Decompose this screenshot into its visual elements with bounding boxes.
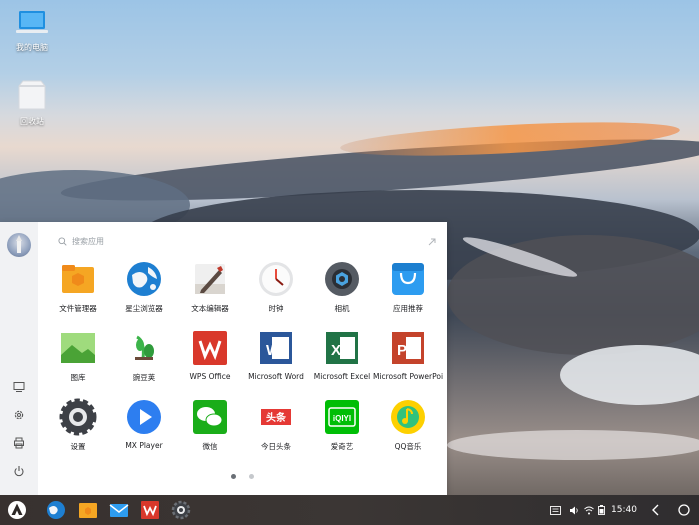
home-button[interactable] xyxy=(673,499,695,521)
app-microsoft-word[interactable]: W Microsoft Word xyxy=(243,329,309,381)
page-dot[interactable] xyxy=(249,474,254,479)
laptop-icon xyxy=(16,11,48,33)
app-camera[interactable]: 相机 xyxy=(309,260,375,314)
folder-icon xyxy=(79,503,97,518)
svg-text:P: P xyxy=(397,342,407,359)
search-icon xyxy=(58,236,67,246)
keyboard-icon[interactable] xyxy=(550,505,561,515)
gallery-icon xyxy=(59,329,97,367)
launcher-sidebar xyxy=(0,222,38,495)
app-wechat[interactable]: 微信 xyxy=(177,398,243,452)
word-icon: W xyxy=(257,329,295,367)
search-input[interactable]: 搜索应用 xyxy=(72,236,104,247)
clock-icon xyxy=(257,260,295,298)
back-button[interactable] xyxy=(645,499,667,521)
app-gallery[interactable]: 图库 xyxy=(45,329,111,383)
text-editor-icon xyxy=(191,260,229,298)
app-microsoft-excel[interactable]: X Microsoft Excel xyxy=(309,329,375,381)
app-store-icon xyxy=(389,260,427,298)
desktop-icon-recycle-bin[interactable]: 回收站 xyxy=(0,78,64,127)
taskbar-browser[interactable] xyxy=(45,499,67,521)
battery-icon[interactable] xyxy=(598,505,605,515)
home-circle-icon xyxy=(678,504,690,516)
camera-icon xyxy=(323,260,361,298)
power-button[interactable] xyxy=(10,462,28,480)
settings-icon xyxy=(171,500,191,520)
app-app-store[interactable]: 应用推荐 xyxy=(375,260,441,314)
power-icon xyxy=(14,466,24,477)
system-tray: 15:40 xyxy=(550,495,637,525)
app-iqiyi[interactable]: iQIYI 爱奇艺 xyxy=(309,398,375,452)
app-qq-music[interactable]: QQ音乐 xyxy=(375,398,441,452)
globe-icon xyxy=(125,260,163,298)
printer-icon xyxy=(14,437,24,449)
trash-bin-icon xyxy=(18,80,46,110)
desktop-icon-my-computer[interactable]: 我的电脑 xyxy=(0,8,64,53)
page-dot-active[interactable] xyxy=(231,474,236,479)
app-launcher-panel: 搜索应用 文件管理器 星尘浏览器 文本编辑器 时钟 相机 应用推荐 图库 豌豆荚… xyxy=(0,222,447,495)
app-search-bar[interactable]: 搜索应用 xyxy=(58,232,438,250)
app-settings[interactable]: 设置 xyxy=(45,398,111,452)
play-icon xyxy=(125,398,163,436)
settings-button[interactable] xyxy=(10,406,28,424)
app-file-manager[interactable]: 文件管理器 xyxy=(45,260,111,314)
svg-text:X: X xyxy=(331,342,341,359)
monitor-icon xyxy=(13,382,25,392)
taskbar-wps[interactable] xyxy=(139,499,161,521)
printer-button[interactable] xyxy=(10,434,28,452)
start-button[interactable] xyxy=(6,499,28,521)
expand-button[interactable] xyxy=(427,232,439,246)
wps-icon xyxy=(191,329,229,367)
app-wps-office[interactable]: WPS Office xyxy=(177,329,243,381)
clock-time[interactable]: 15:40 xyxy=(611,505,637,515)
app-text-editor[interactable]: 文本编辑器 xyxy=(177,260,243,314)
powerpoint-icon: P xyxy=(389,329,427,367)
wifi-icon[interactable] xyxy=(584,506,594,515)
taskbar: 15:40 xyxy=(0,495,699,525)
gear-icon xyxy=(14,410,24,420)
wps-icon xyxy=(141,501,159,519)
volume-icon[interactable] xyxy=(570,506,580,515)
svg-text:W: W xyxy=(266,342,281,359)
svg-text:头条: 头条 xyxy=(266,411,287,424)
app-browser[interactable]: 星尘浏览器 xyxy=(111,260,177,314)
toutiao-icon: 头条 xyxy=(257,398,295,436)
app-clock[interactable]: 时钟 xyxy=(243,260,309,314)
desktop-icon-label: 回收站 xyxy=(20,117,44,126)
mail-icon xyxy=(109,504,129,517)
avatar[interactable] xyxy=(7,233,31,257)
start-logo-icon xyxy=(8,501,26,519)
arrow-up-right-icon xyxy=(428,238,436,246)
app-toutiao[interactable]: 头条 今日头条 xyxy=(243,398,309,452)
iqiyi-icon: iQIYI xyxy=(323,398,361,436)
desktop-show-button[interactable] xyxy=(10,378,28,396)
taskbar-file-manager[interactable] xyxy=(77,499,99,521)
app-microsoft-powerpoint[interactable]: P Microsoft PowerPoi xyxy=(373,329,443,381)
excel-icon: X xyxy=(323,329,361,367)
app-wandoujia[interactable]: 豌豆荚 xyxy=(111,329,177,383)
desktop-icon-label: 我的电脑 xyxy=(16,43,48,52)
taskbar-mail[interactable] xyxy=(108,499,130,521)
pea-pod-icon xyxy=(125,329,163,367)
app-mx-player[interactable]: MX Player xyxy=(111,398,177,450)
taskbar-settings[interactable] xyxy=(170,499,192,521)
folder-icon xyxy=(59,260,97,298)
browser-icon xyxy=(47,501,65,519)
qq-music-icon xyxy=(389,398,427,436)
wechat-icon xyxy=(191,398,229,436)
svg-text:iQIYI: iQIYI xyxy=(333,414,351,423)
chevron-left-icon xyxy=(652,504,659,516)
settings-icon xyxy=(59,398,97,436)
